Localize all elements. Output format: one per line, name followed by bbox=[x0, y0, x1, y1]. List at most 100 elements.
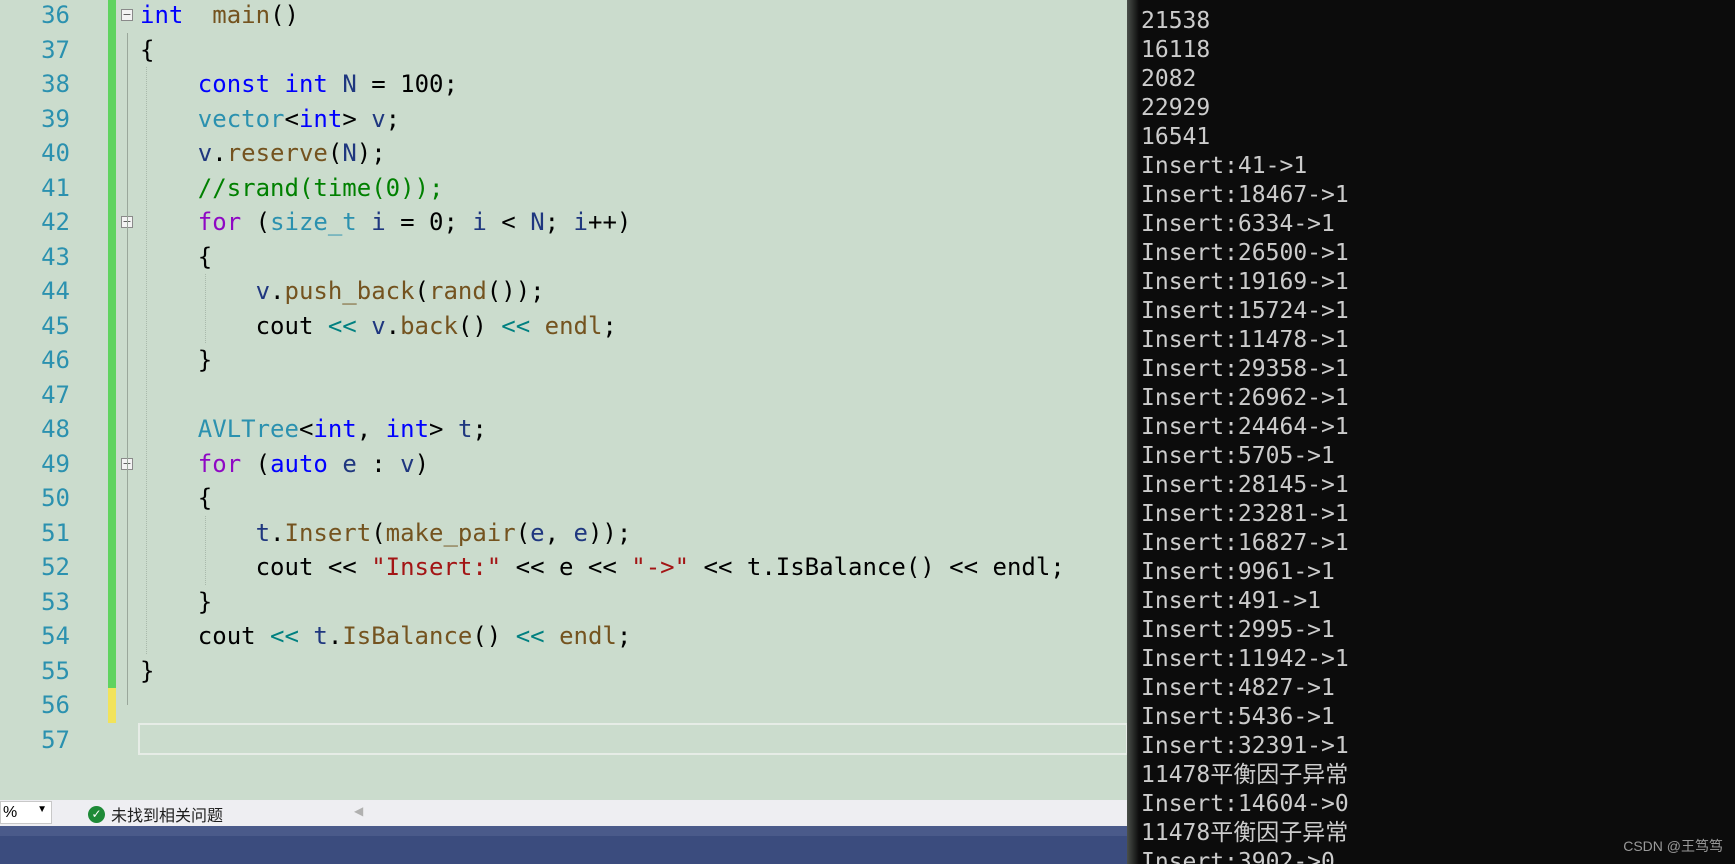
ide-bottom-bar-strip bbox=[0, 826, 1127, 836]
code-token: back bbox=[400, 311, 458, 340]
code-line[interactable]: 42 for (size_t i = 0; i < N; i++) bbox=[0, 205, 1127, 240]
console-output-line: 22929 bbox=[1141, 95, 1211, 121]
code-token: : bbox=[356, 449, 401, 478]
code-line[interactable]: 45 cout << v.back() << endl; bbox=[0, 309, 1127, 344]
code-token: { bbox=[140, 484, 213, 512]
console-window[interactable]: 21538 16118 2082 22929 16541 Insert:41->1 Inse… bbox=[1127, 0, 1735, 864]
console-output-line: Insert:9961->1 bbox=[1141, 559, 1335, 585]
code-token: cout bbox=[140, 622, 271, 650]
code-text: } bbox=[140, 585, 212, 620]
code-token: . bbox=[385, 311, 401, 340]
code-token: , bbox=[544, 518, 574, 547]
code-token: ); bbox=[356, 139, 386, 167]
code-token: v bbox=[371, 104, 386, 133]
issues-text: 未找到相关问题 bbox=[111, 808, 224, 825]
code-token: int bbox=[298, 104, 343, 133]
console-output-line: Insert:23281->1 bbox=[1141, 501, 1349, 527]
code-token: cout << bbox=[140, 553, 372, 581]
code-line[interactable]: 41 //srand(time(0)); bbox=[0, 171, 1127, 206]
console-output-line: Insert:491->1 bbox=[1141, 588, 1322, 614]
console-output-line: 11478平衡因子异常 bbox=[1141, 762, 1349, 788]
code-token: ) bbox=[414, 449, 430, 478]
code-text: v.reserve(N); bbox=[140, 136, 386, 171]
code-line[interactable]: 43 { bbox=[0, 240, 1127, 275]
code-line[interactable]: 36 int main() bbox=[0, 0, 1127, 33]
console-output-line: Insert:32391->1 bbox=[1141, 733, 1349, 759]
code-token: vector bbox=[197, 104, 285, 133]
code-token: v bbox=[197, 139, 213, 167]
code-token: e bbox=[573, 518, 588, 547]
code-editor[interactable]: 36 int main() 37{38 const int N = 100; 39 v… bbox=[0, 0, 1127, 800]
code-token: main bbox=[212, 1, 271, 29]
issues-indicator[interactable]: ✓ 未找到相关问题 bbox=[88, 802, 223, 826]
code-token: e bbox=[342, 449, 357, 478]
code-token: < bbox=[284, 104, 299, 133]
code-line[interactable]: 46 } bbox=[0, 343, 1127, 378]
code-line[interactable]: 49 for (auto e : v) bbox=[0, 447, 1127, 482]
code-token: , bbox=[356, 415, 386, 443]
code-token: size_t bbox=[270, 208, 357, 236]
code-line[interactable]: 55} bbox=[0, 654, 1127, 689]
code-line[interactable]: 51 t.Insert(make_pair(e, e)); bbox=[0, 516, 1127, 551]
code-text: t.Insert(make_pair(e, e)); bbox=[140, 516, 632, 551]
code-token: int bbox=[284, 70, 328, 98]
code-line[interactable]: 47 bbox=[0, 378, 1127, 413]
code-token: ( bbox=[414, 277, 429, 305]
code-text: //srand(time(0)); bbox=[140, 171, 444, 206]
zoom-dropdown[interactable]: % ▼ bbox=[0, 801, 52, 824]
code-line[interactable]: 56 bbox=[0, 688, 1127, 723]
code-token: auto bbox=[270, 449, 328, 478]
console-output-line: Insert:4827->1 bbox=[1141, 675, 1335, 701]
code-text: { bbox=[140, 481, 212, 516]
line-number: 54 bbox=[41, 622, 70, 650]
console-output-line: 16118 bbox=[1141, 37, 1211, 63]
code-token: > bbox=[342, 104, 372, 133]
line-number: 42 bbox=[41, 208, 70, 236]
line-number: 49 bbox=[41, 449, 70, 478]
code-token: ( bbox=[241, 208, 271, 236]
code-token: endl bbox=[559, 622, 617, 650]
check-circle-icon: ✓ bbox=[88, 805, 105, 823]
scroll-left-arrow-icon[interactable]: ◀ bbox=[354, 804, 363, 818]
code-line[interactable]: 50 { bbox=[0, 481, 1127, 516]
code-line[interactable]: 53 } bbox=[0, 585, 1127, 620]
console-output-line: Insert:11942->1 bbox=[1141, 646, 1349, 672]
collapse-icon[interactable]: − bbox=[121, 9, 133, 21]
code-token: const bbox=[197, 70, 271, 98]
code-token: i bbox=[573, 208, 588, 236]
code-line[interactable]: 37 { bbox=[0, 33, 1127, 68]
code-text: for (auto e : v) bbox=[140, 447, 429, 482]
code-token: for bbox=[197, 449, 242, 478]
code-token: () bbox=[457, 311, 502, 340]
code-token: IsBalance bbox=[342, 622, 473, 650]
code-line[interactable]: 52 cout << "Insert:" << e << "->" << t.I… bbox=[0, 550, 1127, 585]
code-line[interactable]: 54 cout << t.IsBalance() << endl; bbox=[0, 619, 1127, 654]
code-token: < bbox=[486, 208, 531, 236]
code-line[interactable]: 38 const int N = 100; bbox=[0, 67, 1127, 102]
change-indicator-unsaved bbox=[108, 688, 116, 723]
code-token: ++) bbox=[588, 208, 632, 236]
code-line[interactable]: 48 AVLTree<int, int> t; bbox=[0, 412, 1127, 447]
code-token: } bbox=[140, 346, 213, 374]
console-output-line: 11478平衡因子异常 bbox=[1141, 820, 1349, 846]
console-output-line: Insert:5705->1 bbox=[1141, 443, 1335, 469]
code-line[interactable]: 39 vector<int> v; bbox=[0, 102, 1127, 137]
code-token: ; bbox=[385, 104, 401, 133]
code-token: ; bbox=[602, 311, 617, 340]
code-line[interactable]: 44 v.push_back(rand()); bbox=[0, 274, 1127, 309]
code-line[interactable]: 40 v.reserve(N); bbox=[0, 136, 1127, 171]
console-output-line: Insert:11478->1 bbox=[1141, 327, 1349, 353]
console-output-line: Insert:15724->1 bbox=[1141, 298, 1349, 324]
code-token: e bbox=[530, 518, 545, 547]
console-edge-shadow bbox=[1127, 0, 1139, 864]
code-text: cout << "Insert:" << e << "->" << t.IsBa… bbox=[140, 550, 1065, 585]
code-token: N bbox=[342, 70, 357, 98]
